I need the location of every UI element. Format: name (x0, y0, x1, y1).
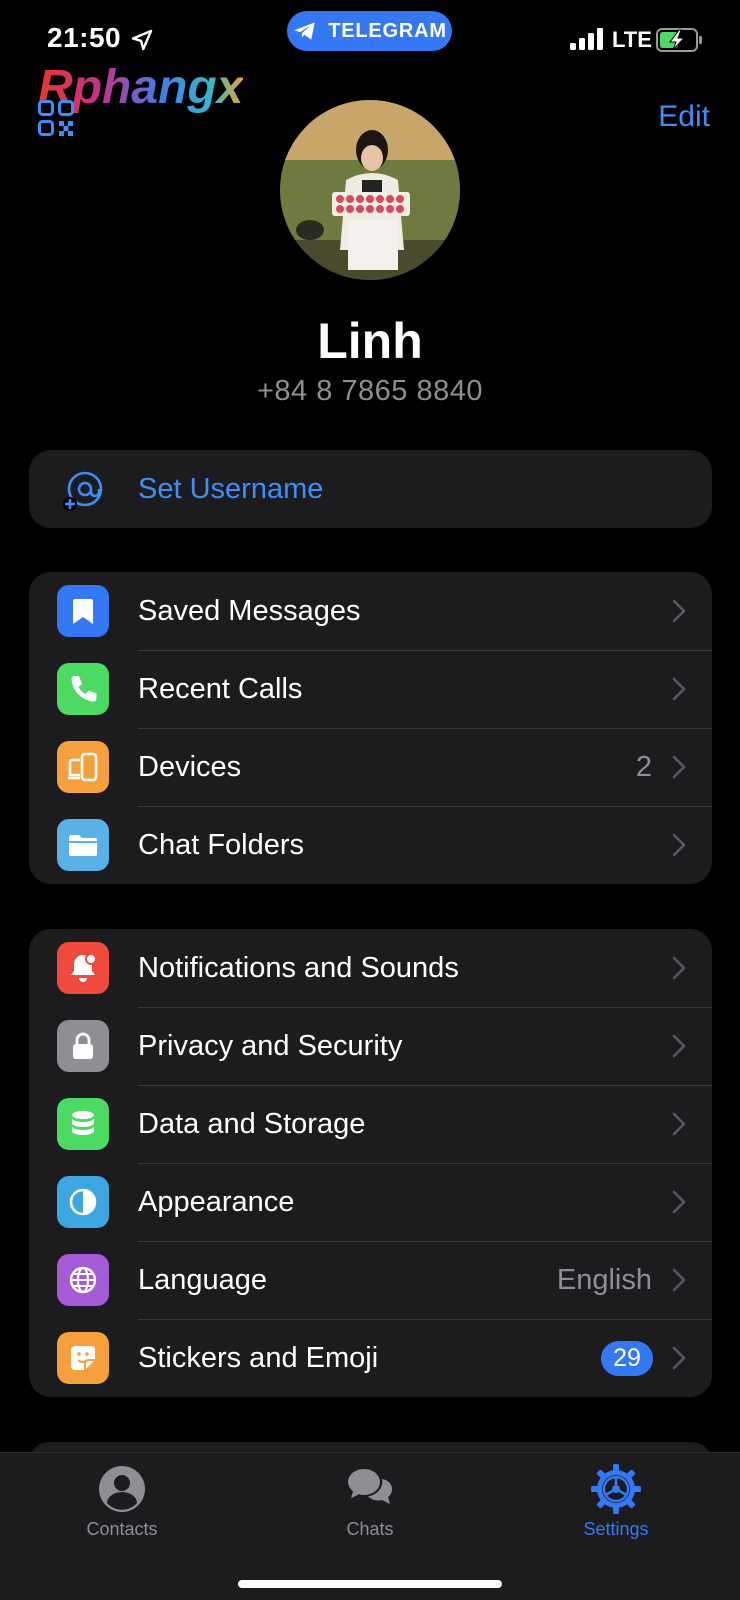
person-icon (99, 1466, 145, 1512)
database-icon (57, 1098, 109, 1150)
profile-photo (280, 100, 460, 280)
globe-icon (57, 1254, 109, 1306)
sticker-icon (57, 1332, 109, 1384)
half-circle-icon (57, 1176, 109, 1228)
devices-icon (57, 741, 109, 793)
tab-label: Settings (583, 1519, 649, 1539)
telegram-icon (294, 22, 315, 40)
row-label: Recent Calls (138, 672, 303, 705)
gear-icon (591, 1464, 641, 1514)
tab-contacts[interactable]: Contacts (42, 1463, 202, 1540)
chevron-right-icon (672, 1268, 686, 1292)
home-indicator[interactable] (238, 1580, 502, 1588)
profile-phone: +84 8 7865 8840 (256, 375, 484, 407)
chevron-right-icon (672, 755, 686, 779)
chevron-right-icon (672, 599, 686, 623)
row-chat-folders[interactable]: Chat Folders (29, 806, 712, 884)
qr-code-icon[interactable] (38, 100, 74, 136)
tab-label: Chats (346, 1519, 394, 1539)
signal-icon (570, 28, 603, 50)
lock-icon (57, 1020, 109, 1072)
battery-charging-icon (656, 28, 702, 52)
row-label: Language (138, 1263, 268, 1296)
chevron-right-icon (672, 677, 686, 701)
phone-icon (57, 663, 109, 715)
tab-bar: Contacts Chats Settings (0, 1452, 740, 1600)
row-language[interactable]: Language English (29, 1241, 712, 1319)
tab-label: Contacts (86, 1519, 158, 1539)
at-person-icon (63, 471, 103, 511)
row-data-storage[interactable]: Data and Storage (29, 1085, 712, 1163)
row-devices[interactable]: Devices 2 (29, 728, 712, 806)
bell-icon (57, 942, 109, 994)
tab-settings[interactable]: Settings (536, 1463, 696, 1540)
row-label: Chat Folders (138, 828, 305, 861)
devices-count: 2 (635, 750, 652, 783)
settings-group-2: Notifications and Sounds Privacy and Sec… (29, 929, 712, 1397)
chevron-right-icon (672, 956, 686, 980)
row-saved-messages[interactable]: Saved Messages (29, 572, 712, 650)
chevron-right-icon (672, 1112, 686, 1136)
set-username-row[interactable]: Set Username (29, 450, 712, 528)
folder-icon (57, 819, 109, 871)
row-label: Saved Messages (138, 594, 361, 627)
username-group: Set Username (29, 450, 712, 528)
row-label: Appearance (138, 1185, 295, 1218)
row-label: Devices (138, 750, 242, 783)
telegram-pill-label: TELEGRAM (328, 19, 447, 42)
row-privacy[interactable]: Privacy and Security (29, 1007, 712, 1085)
row-label: Stickers and Emoji (138, 1341, 379, 1374)
chevron-right-icon (672, 1346, 686, 1370)
edit-button[interactable]: Edit (658, 100, 710, 134)
chat-bubbles-icon (348, 1469, 393, 1504)
row-notifications[interactable]: Notifications and Sounds (29, 929, 712, 1007)
row-label: Privacy and Security (138, 1029, 403, 1062)
row-label: Data and Storage (138, 1107, 366, 1140)
profile-name: Linh (317, 313, 423, 369)
language-value: English (556, 1263, 652, 1296)
network-label: LTE (612, 27, 652, 52)
row-appearance[interactable]: Appearance (29, 1163, 712, 1241)
settings-group-1: Saved Messages Recent Calls Devices 2 Ch… (29, 572, 712, 884)
location-arrow-icon (131, 29, 153, 51)
row-recent-calls[interactable]: Recent Calls (29, 650, 712, 728)
row-stickers[interactable]: Stickers and Emoji 29 (29, 1319, 712, 1397)
chevron-right-icon (672, 1190, 686, 1214)
avatar[interactable] (280, 100, 460, 280)
bookmark-icon (57, 585, 109, 637)
row-label: Notifications and Sounds (138, 951, 459, 984)
stickers-badge: 29 (601, 1341, 653, 1376)
chevron-right-icon (672, 1034, 686, 1058)
status-time: 21:50 (47, 22, 122, 53)
telegram-pill[interactable]: TELEGRAM (287, 11, 452, 51)
set-username-label: Set Username (138, 472, 324, 505)
tab-chats[interactable]: Chats (290, 1463, 450, 1540)
chevron-right-icon (672, 833, 686, 857)
